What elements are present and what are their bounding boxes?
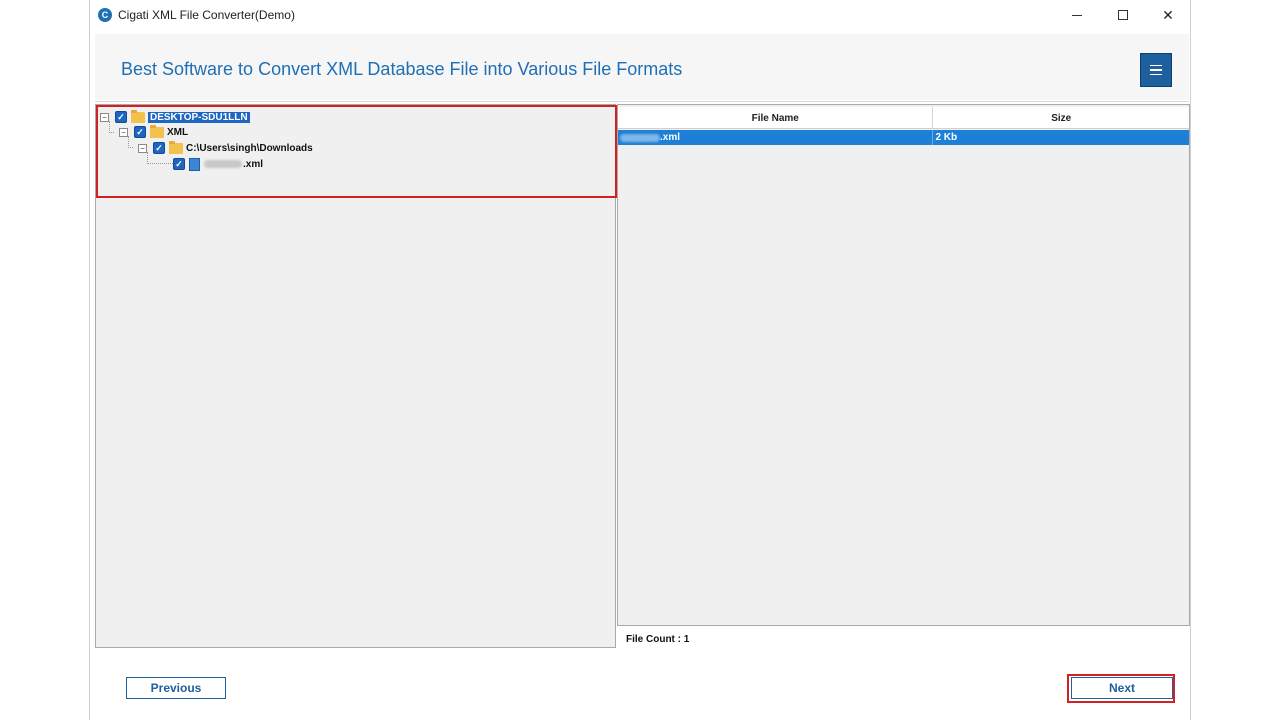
minimize-button[interactable]: [1054, 0, 1100, 30]
checkbox-xml[interactable]: ✓: [134, 126, 146, 138]
tree-node-xml[interactable]: − ✓ XML: [119, 124, 188, 139]
minimize-icon: [1072, 14, 1082, 16]
tree-label-xml[interactable]: XML: [167, 127, 188, 138]
collapse-toggle-icon[interactable]: −: [119, 127, 128, 137]
grid-header: File Name Size: [618, 107, 1189, 129]
maximize-button[interactable]: [1100, 0, 1146, 30]
collapse-toggle-icon[interactable]: −: [138, 143, 147, 153]
tree-node-file[interactable]: ✓ .xml: [173, 157, 263, 171]
maximize-icon: [1118, 10, 1128, 20]
hamburger-icon: [1150, 64, 1162, 67]
folder-tree-panel[interactable]: − ✓ DESKTOP-SDU1LLN − ✓ XML − ✓ C:\Users…: [95, 104, 617, 648]
checkbox-desktop[interactable]: ✓: [115, 111, 127, 123]
previous-button[interactable]: Previous: [126, 677, 226, 699]
menu-button[interactable]: [1140, 53, 1172, 87]
redacted-filename: [204, 160, 242, 168]
table-row[interactable]: .xml 2 Kb: [618, 130, 1189, 145]
tree-label-folder[interactable]: C:\Users\singh\Downloads: [186, 143, 313, 154]
column-header-file-name[interactable]: File Name: [618, 107, 934, 129]
close-icon: ✕: [1162, 6, 1174, 23]
folder-icon: [150, 124, 164, 138]
close-button[interactable]: ✕: [1145, 0, 1191, 30]
cell-file-name: .xml: [618, 130, 934, 145]
file-list-panel[interactable]: File Name Size .xml 2 Kb: [617, 104, 1190, 626]
tree-node-folder[interactable]: − ✓ C:\Users\singh\Downloads: [138, 140, 313, 155]
folder-icon: [131, 109, 145, 123]
next-button[interactable]: Next: [1071, 677, 1173, 699]
cell-size: 2 Kb: [935, 132, 958, 143]
header-banner: Best Software to Convert XML Database Fi…: [95, 34, 1189, 100]
checkbox-folder[interactable]: ✓: [153, 142, 165, 154]
column-header-size[interactable]: Size: [933, 107, 1189, 129]
file-count-label: File Count : 1: [626, 634, 690, 645]
window-title: Cigati XML File Converter(Demo): [118, 8, 295, 22]
header-divider: [95, 101, 1189, 102]
tree-node-desktop[interactable]: − ✓ DESKTOP-SDU1LLN: [100, 109, 250, 124]
page-title: Best Software to Convert XML Database Fi…: [121, 59, 683, 79]
tree-label-desktop[interactable]: DESKTOP-SDU1LLN: [148, 111, 250, 123]
tree-label-file-ext[interactable]: .xml: [243, 159, 263, 170]
collapse-toggle-icon[interactable]: −: [100, 112, 109, 122]
folder-icon: [169, 140, 183, 154]
xml-file-icon: [189, 157, 200, 171]
checkbox-file[interactable]: ✓: [173, 158, 185, 170]
app-logo-icon: C: [98, 8, 112, 22]
redacted-filename: [620, 133, 660, 142]
app-window: C Cigati XML File Converter(Demo) ✕ Best…: [89, 0, 1191, 720]
title-bar[interactable]: C Cigati XML File Converter(Demo) ✕: [90, 0, 1190, 30]
